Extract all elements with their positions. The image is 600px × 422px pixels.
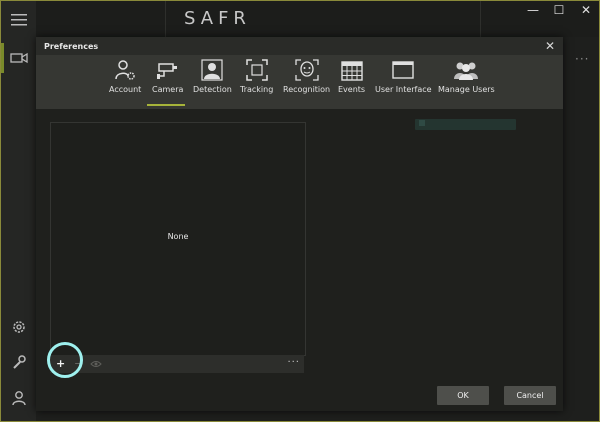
app-logo: SAFR [184, 8, 251, 29]
tab-detection[interactable]: Detection [193, 57, 232, 105]
maximize-button[interactable]: ☐ [548, 3, 570, 17]
list-more-button[interactable]: ··· [287, 355, 300, 373]
wrench-icon [12, 355, 26, 369]
tab-label: Manage Users [438, 85, 495, 94]
minimize-button[interactable]: — [522, 3, 544, 17]
user-nav-button[interactable] [1, 381, 36, 415]
cameras-nav-button[interactable] [1, 41, 36, 75]
preferences-dialog: Preferences ✕ Account Camera Detection T… [36, 37, 563, 411]
dialog-title: Preferences [44, 42, 99, 51]
tab-recognition[interactable]: Recognition [283, 57, 330, 105]
detection-icon [201, 59, 224, 81]
camera-preview-button[interactable] [90, 355, 102, 373]
hamburger-icon [10, 14, 27, 26]
window-close-button[interactable]: ✕ [575, 3, 597, 17]
gear-icon [12, 321, 25, 333]
video-camera-icon [9, 52, 28, 64]
sidebar [1, 1, 36, 421]
empty-list-text: None [167, 232, 189, 241]
user-icon [11, 391, 26, 406]
tab-label: Camera [152, 85, 184, 94]
tab-manage-users[interactable]: Manage Users [438, 57, 495, 105]
tab-tracking[interactable]: Tracking [240, 57, 273, 105]
faint-status-chip [415, 119, 516, 130]
cancel-button[interactable]: Cancel [504, 386, 556, 405]
window-icon [392, 61, 414, 79]
camera-list-toolbar: + − ··· [50, 355, 304, 373]
add-button-highlight [47, 342, 83, 378]
camera-settings-panel: None + − ··· OK Cancel [36, 109, 563, 411]
title-bar [36, 1, 599, 37]
tab-label: User Interface [375, 85, 432, 94]
tab-label: Detection [193, 85, 232, 94]
more-options-button[interactable]: ··· [575, 52, 589, 66]
tab-account[interactable]: Account [109, 57, 141, 105]
calendar-icon [340, 61, 363, 81]
users-icon [454, 62, 479, 80]
menu-button[interactable] [1, 3, 36, 37]
tab-label: Tracking [240, 85, 274, 94]
recognition-icon [294, 59, 319, 81]
preferences-tabs: Account Camera Detection Tracking Recogn… [36, 55, 563, 109]
tab-label: Recognition [283, 85, 331, 94]
camera-list[interactable]: None [50, 122, 306, 356]
tracking-icon [245, 59, 268, 81]
ok-button[interactable]: OK [437, 386, 489, 405]
divider [165, 1, 166, 37]
settings-nav-button[interactable] [1, 310, 36, 344]
eye-icon [90, 361, 102, 367]
tab-label: Events [338, 85, 366, 94]
tools-nav-button[interactable] [1, 345, 36, 379]
dialog-close-button[interactable]: ✕ [545, 39, 555, 53]
tab-events[interactable]: Events [338, 57, 365, 105]
divider [480, 1, 481, 37]
tab-user-interface[interactable]: User Interface [375, 57, 432, 105]
camera-icon [156, 63, 177, 79]
tab-label: Account [109, 85, 142, 94]
tab-camera[interactable]: Camera [152, 57, 183, 105]
selected-tab-indicator [147, 104, 185, 106]
account-settings-icon [115, 60, 135, 80]
